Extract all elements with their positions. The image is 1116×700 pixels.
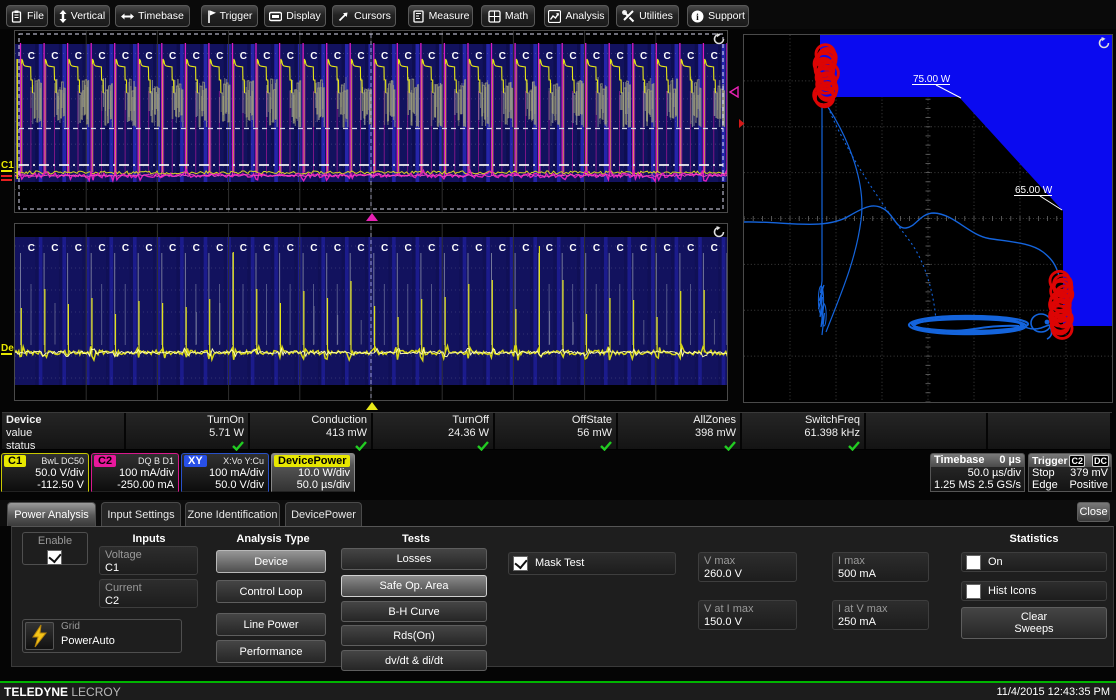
svg-text:C: C: [452, 51, 459, 62]
svg-text:C: C: [546, 243, 553, 254]
svg-text:65.00 W: 65.00 W: [1015, 185, 1053, 196]
svg-text:C: C: [169, 51, 176, 62]
svg-text:C: C: [617, 51, 624, 62]
svg-text:C: C: [357, 51, 364, 62]
svg-text:C: C: [405, 243, 412, 254]
svg-text:C: C: [310, 51, 317, 62]
svg-text:C: C: [381, 243, 388, 254]
svg-text:C: C: [28, 243, 35, 254]
svg-text:C: C: [711, 243, 718, 254]
svg-text:C: C: [475, 243, 482, 254]
svg-text:C: C: [593, 51, 600, 62]
svg-text:i: i: [696, 13, 699, 23]
svg-text:C: C: [664, 51, 671, 62]
svg-text:C: C: [499, 51, 506, 62]
svg-text:C: C: [687, 51, 694, 62]
svg-text:C: C: [569, 243, 576, 254]
svg-text:C: C: [240, 51, 247, 62]
svg-text:C: C: [51, 243, 58, 254]
svg-text:C: C: [546, 51, 553, 62]
svg-text:C: C: [216, 51, 223, 62]
svg-text:C: C: [263, 243, 270, 254]
svg-text:C: C: [381, 51, 388, 62]
svg-text:75.00 W: 75.00 W: [913, 74, 951, 85]
svg-text:C: C: [640, 51, 647, 62]
svg-text:C: C: [405, 51, 412, 62]
svg-text:C: C: [193, 243, 200, 254]
svg-text:C: C: [711, 51, 718, 62]
svg-text:C: C: [240, 243, 247, 254]
svg-text:C: C: [75, 243, 82, 254]
svg-text:C: C: [593, 243, 600, 254]
svg-text:C: C: [569, 51, 576, 62]
svg-text:C: C: [145, 51, 152, 62]
svg-text:C: C: [145, 243, 152, 254]
svg-text:C: C: [287, 51, 294, 62]
svg-text:C: C: [499, 243, 506, 254]
svg-text:C: C: [193, 51, 200, 62]
svg-text:C: C: [122, 243, 129, 254]
svg-text:C: C: [522, 243, 529, 254]
svg-text:C: C: [687, 243, 694, 254]
svg-text:C: C: [98, 51, 105, 62]
svg-text:C: C: [287, 243, 294, 254]
svg-text:C: C: [617, 243, 624, 254]
svg-text:C: C: [475, 51, 482, 62]
svg-text:C: C: [428, 51, 435, 62]
svg-text:C: C: [122, 51, 129, 62]
svg-text:C: C: [51, 51, 58, 62]
svg-text:C: C: [310, 243, 317, 254]
svg-text:C: C: [216, 243, 223, 254]
svg-text:C: C: [169, 243, 176, 254]
svg-text:C: C: [452, 243, 459, 254]
svg-text:C: C: [522, 51, 529, 62]
svg-text:C: C: [263, 51, 270, 62]
svg-text:C: C: [640, 243, 647, 254]
svg-text:C: C: [28, 51, 35, 62]
svg-text:C: C: [334, 243, 341, 254]
svg-text:C: C: [75, 51, 82, 62]
svg-text:C: C: [664, 243, 671, 254]
svg-text:C: C: [98, 243, 105, 254]
svg-text:C: C: [428, 243, 435, 254]
svg-text:C: C: [357, 243, 364, 254]
svg-text:C: C: [334, 51, 341, 62]
